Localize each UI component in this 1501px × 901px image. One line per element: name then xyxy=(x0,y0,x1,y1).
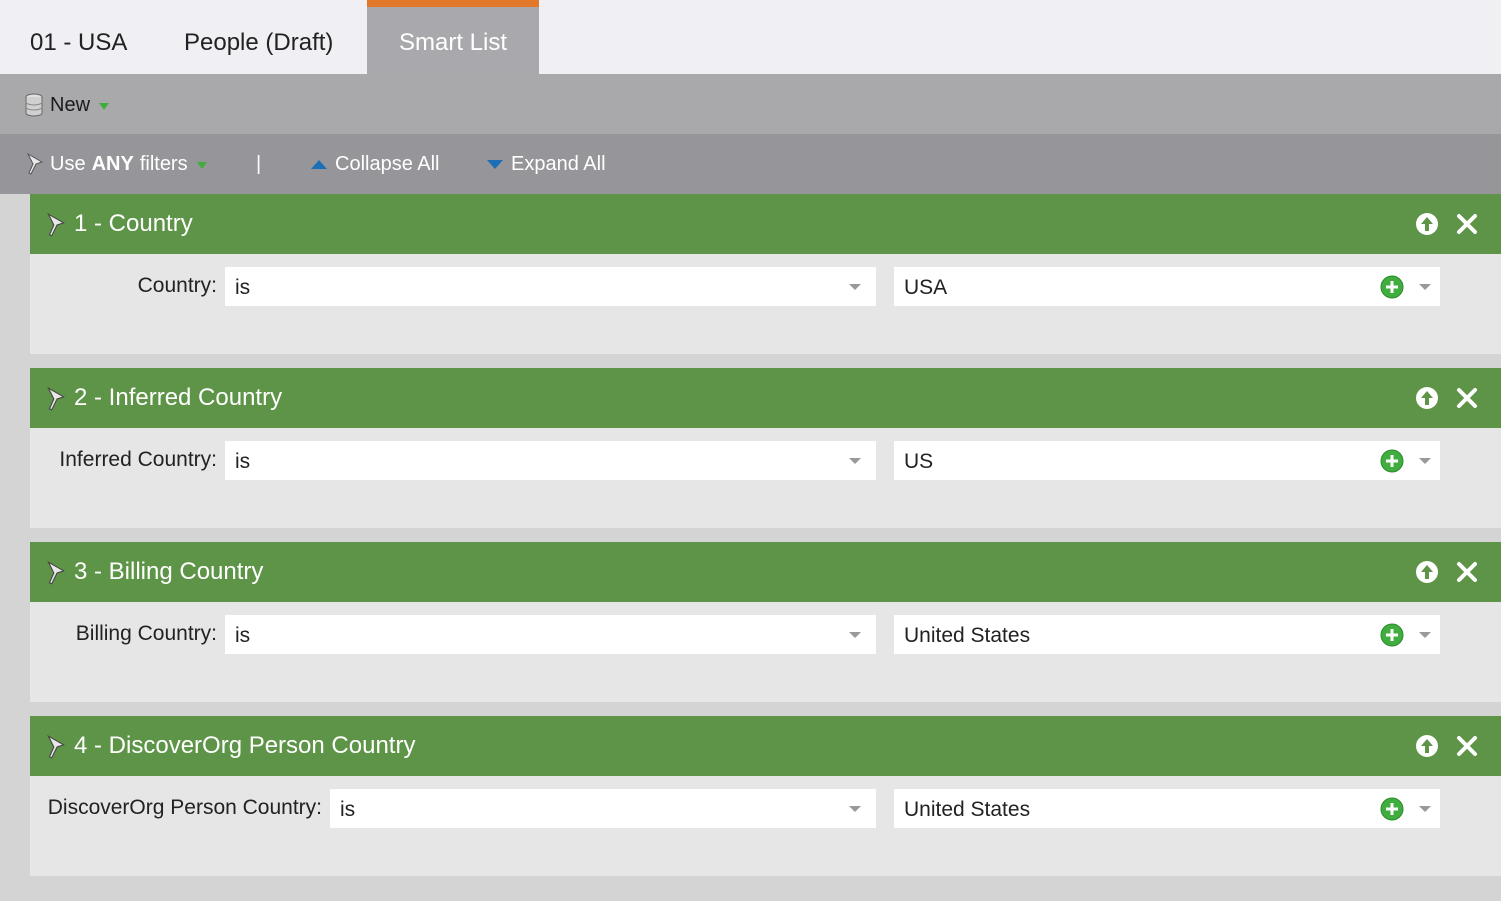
filter-title: 2 - Inferred Country xyxy=(74,384,283,411)
expand-all-label: Expand All xyxy=(511,152,606,175)
pin-icon xyxy=(47,212,65,237)
action-toolbar: New xyxy=(0,74,1501,134)
new-button-label: New xyxy=(50,93,91,116)
use-any-filters-menu[interactable]: Use ANY filters xyxy=(24,150,207,178)
arrow-up-circle-icon[interactable] xyxy=(1415,212,1439,236)
filter-value: USA xyxy=(904,276,948,299)
operator-select[interactable]: is xyxy=(330,789,876,828)
triangle-up-icon xyxy=(311,159,327,169)
triangle-down-icon xyxy=(487,159,503,169)
use-any-bold: ANY xyxy=(91,152,134,175)
close-x-icon[interactable] xyxy=(1455,560,1479,584)
operator-value: is xyxy=(235,276,251,299)
value-select[interactable]: United States xyxy=(894,789,1440,828)
filter-header[interactable]: 1 - Country xyxy=(30,194,1501,254)
value-select[interactable]: USA xyxy=(894,267,1440,306)
new-button[interactable]: New xyxy=(24,92,110,118)
chevron-down-icon xyxy=(849,806,861,812)
tab-bar: 01 - USA People (Draft) Smart List xyxy=(0,0,1501,74)
use-suffix: filters xyxy=(139,152,188,175)
database-icon xyxy=(25,93,43,117)
chevron-down-icon xyxy=(1419,806,1431,812)
use-prefix: Use xyxy=(50,152,86,175)
close-x-icon[interactable] xyxy=(1455,386,1479,410)
filter-value: United States xyxy=(904,798,1031,821)
chevron-down-icon xyxy=(849,458,861,464)
pin-icon xyxy=(47,734,65,759)
pin-icon xyxy=(47,386,65,411)
value-select[interactable]: US xyxy=(894,441,1440,480)
dropdown-arrow-icon xyxy=(196,161,207,169)
arrow-up-circle-icon[interactable] xyxy=(1415,560,1439,584)
chevron-down-icon xyxy=(1419,632,1431,638)
filter-header[interactable]: 2 - Inferred Country xyxy=(30,368,1501,428)
plus-circle-icon[interactable] xyxy=(1380,623,1404,647)
operator-select[interactable]: is xyxy=(225,615,876,654)
filter-value: US xyxy=(904,450,934,473)
filter-field-label: Billing Country: xyxy=(75,622,217,645)
chevron-down-icon xyxy=(1419,458,1431,464)
pin-icon xyxy=(26,152,44,175)
filter-header[interactable]: 4 - DiscoverOrg Person Country xyxy=(30,716,1501,776)
expand-all-button[interactable]: Expand All xyxy=(487,150,606,178)
tab-people-draft[interactable]: People (Draft) xyxy=(184,0,333,74)
collapse-all-button[interactable]: Collapse All xyxy=(311,150,440,178)
operator-value: is xyxy=(235,450,251,473)
filter-field-label: Inferred Country: xyxy=(59,448,217,471)
arrow-up-circle-icon[interactable] xyxy=(1415,734,1439,758)
filter-card: 4 - DiscoverOrg Person Country DiscoverO… xyxy=(30,716,1501,876)
tab-01-usa[interactable]: 01 - USA xyxy=(30,0,127,74)
filter-card: 1 - Country Country: is USA xyxy=(30,194,1501,354)
plus-circle-icon[interactable] xyxy=(1380,449,1404,473)
operator-select[interactable]: is xyxy=(225,441,876,480)
filter-header[interactable]: 3 - Billing Country xyxy=(30,542,1501,602)
filter-card: 2 - Inferred Country Inferred Country: i… xyxy=(30,368,1501,528)
arrow-up-circle-icon[interactable] xyxy=(1415,386,1439,410)
filter-title: 1 - Country xyxy=(74,210,193,237)
operator-value: is xyxy=(340,798,356,821)
dropdown-arrow-icon xyxy=(99,102,110,110)
pin-icon xyxy=(47,560,65,585)
plus-circle-icon[interactable] xyxy=(1380,275,1404,299)
close-x-icon[interactable] xyxy=(1455,734,1479,758)
filter-card: 3 - Billing Country Billing Country: is … xyxy=(30,542,1501,702)
operator-value: is xyxy=(235,624,251,647)
operator-select[interactable]: is xyxy=(225,267,876,306)
chevron-down-icon xyxy=(849,632,861,638)
value-select[interactable]: United States xyxy=(894,615,1440,654)
filter-title: 3 - Billing Country xyxy=(74,558,264,585)
filter-title: 4 - DiscoverOrg Person Country xyxy=(74,732,416,759)
collapse-all-label: Collapse All xyxy=(335,152,440,175)
filter-toolbar: Use ANY filters | Collapse All Expand Al… xyxy=(0,134,1501,194)
toolbar-separator: | xyxy=(256,152,262,175)
filter-value: United States xyxy=(904,624,1031,647)
tab-smart-list[interactable]: Smart List xyxy=(367,0,539,74)
chevron-down-icon xyxy=(1419,284,1431,290)
filter-field-label: DiscoverOrg Person Country: xyxy=(47,796,322,819)
close-x-icon[interactable] xyxy=(1455,212,1479,236)
plus-circle-icon[interactable] xyxy=(1380,797,1404,821)
chevron-down-icon xyxy=(849,284,861,290)
filter-field-label: Country: xyxy=(137,274,217,297)
